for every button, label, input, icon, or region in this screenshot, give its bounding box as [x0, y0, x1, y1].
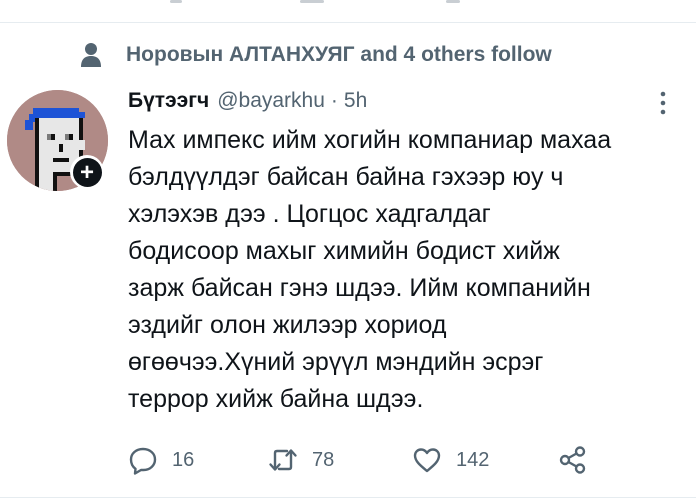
author-handle[interactable]: @bayarkhu	[217, 89, 325, 113]
retweet-button[interactable]: 78	[268, 442, 334, 478]
tweet-text-line: эздийг олон жилээр хориод	[128, 311, 447, 339]
reply-button[interactable]: 16	[128, 442, 194, 478]
person-icon	[81, 43, 101, 67]
like-count: 142	[456, 448, 490, 471]
follow-button[interactable]: +	[70, 155, 104, 189]
social-context-text: Норовын АЛТАНХУЯГ and 4 others follow	[126, 43, 552, 66]
author-name[interactable]: Бүтээгч	[128, 89, 209, 113]
reply-count: 16	[172, 448, 195, 471]
header-separator: ·	[330, 89, 338, 112]
more-options-icon[interactable]	[656, 90, 670, 116]
tweet-text-line: террор хийж байна шдээ.	[128, 385, 424, 413]
retweet-icon	[269, 449, 297, 471]
tweet-header: Бүтээгч @bayarkhu · 5h	[128, 86, 367, 116]
share-button[interactable]	[558, 442, 588, 478]
divider	[0, 497, 696, 498]
tweet-text-line: бодисоор махыг химийн бодист хийж	[128, 237, 560, 265]
share-icon	[559, 446, 586, 474]
like-icon	[413, 448, 441, 473]
tweet-text-line: хэлэхэв дээ . Цогцос хадгалдаг	[128, 200, 491, 228]
reply-icon	[129, 447, 157, 475]
tweet-text-line: зарж байсан гэнэ шдээ. Ийм компанийн	[128, 274, 591, 302]
tweet-timestamp[interactable]: 5h	[344, 89, 367, 113]
tweet-text-line: өгөөчээ.Хүний эрүүл мэндийн эсрэг	[128, 348, 544, 376]
plus-icon: +	[72, 157, 102, 187]
tweet-screen: Норовын АЛТАНХУЯГ and 4 others follow + …	[0, 0, 696, 502]
tweet-actions: 16 78 142	[128, 442, 608, 478]
retweet-count: 78	[312, 448, 335, 471]
tweet-text: Мах импекс ийм хогийн компаниар махаа бэ…	[128, 122, 680, 418]
tweet-text-line: Мах импекс ийм хогийн компаниар махаа	[128, 126, 612, 154]
divider	[0, 22, 696, 23]
social-context[interactable]: Норовын АЛТАНХУЯГ and 4 others follow	[80, 40, 552, 70]
tweet-text-line: бэлдүүлдэг байсан байна гэхээр юу ч	[128, 163, 564, 191]
previous-tweet-fragment	[0, 0, 696, 6]
like-button[interactable]: 142	[412, 442, 489, 478]
